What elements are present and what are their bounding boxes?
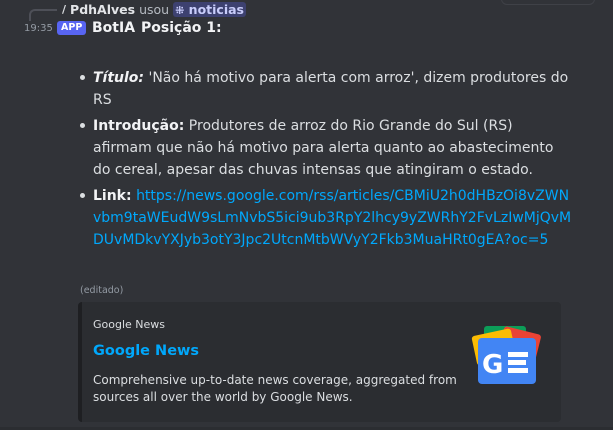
- embed-provider: Google News: [93, 318, 166, 331]
- bullet: [80, 123, 85, 128]
- edited-label[interactable]: (editado): [80, 285, 123, 296]
- command-name: noticias: [188, 1, 244, 17]
- list-item-titulo: Título: 'Não há motivo para alerta com a…: [80, 67, 573, 111]
- bullet: [80, 193, 85, 198]
- link-label: Link:: [93, 188, 132, 204]
- link-embed: Google News Google News Comprehensive up…: [78, 302, 561, 422]
- app-badge: APP: [57, 21, 87, 35]
- embed-title[interactable]: Google News: [93, 343, 199, 359]
- titulo-text: 'Não há motivo para alerta com arroz', d…: [93, 70, 569, 108]
- message-heading: Posição 1:: [141, 20, 222, 36]
- author-name[interactable]: BotIA: [92, 20, 135, 36]
- list-item-introducao: Introdução: Produtores de arroz do Rio G…: [80, 115, 573, 181]
- message-timestamp[interactable]: 19:35: [24, 23, 53, 34]
- bullet: [80, 75, 85, 80]
- reply-username[interactable]: PdhAlves: [70, 2, 135, 17]
- command-hash-icon: ⁜: [175, 3, 185, 17]
- intro-label: Introdução:: [93, 118, 185, 134]
- message-content: Título: 'Não há motivo para alerta com a…: [80, 67, 573, 255]
- google-news-logo-icon[interactable]: G: [470, 324, 546, 388]
- list-item-link: Link: https://news.google.com/rss/articl…: [80, 185, 573, 251]
- reply-connector: [29, 9, 57, 21]
- article-link[interactable]: https://news.google.com/rss/articles/CBM…: [93, 188, 571, 248]
- slash-command-icon: /: [62, 2, 67, 16]
- embed-description: Comprehensive up-to-date news coverage, …: [93, 373, 457, 404]
- titulo-label: Título:: [93, 70, 145, 86]
- svg-text:G: G: [482, 350, 503, 380]
- message-actions-edge: [501, 0, 595, 5]
- command-reply-header: / PdhAlves usou ⁜ noticias: [62, 1, 246, 17]
- message-author: BotIA Posição 1:: [92, 20, 222, 36]
- command-mention[interactable]: ⁜ noticias: [173, 1, 246, 17]
- reply-action: usou: [139, 1, 170, 17]
